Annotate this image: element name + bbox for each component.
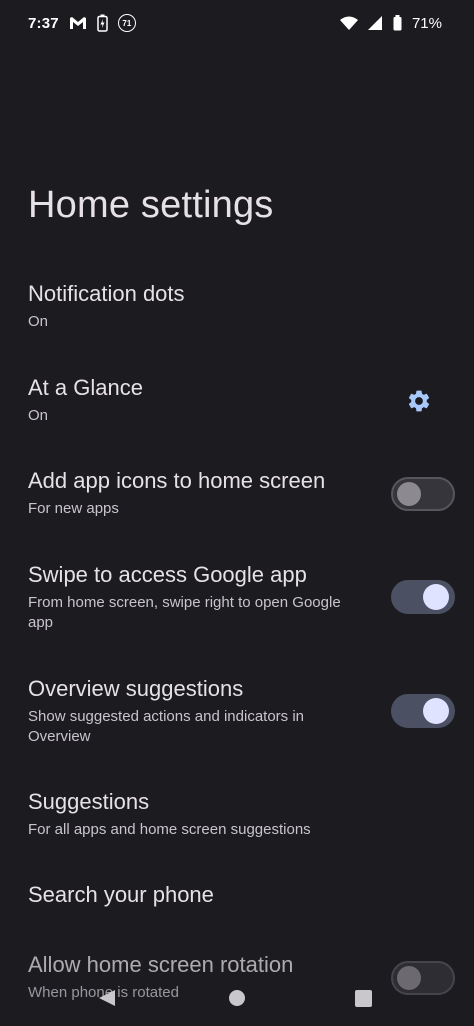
- setting-title: Notification dots: [28, 281, 185, 306]
- toggle-knob: [423, 584, 449, 610]
- battery-icon: [393, 15, 402, 31]
- gmail-icon: [69, 16, 87, 30]
- setting-title: Add app icons to home screen: [28, 468, 326, 493]
- setting-swipe-google-app[interactable]: Swipe to access Google app From home scr…: [0, 561, 474, 633]
- navigation-bar: [0, 972, 474, 1026]
- setting-summary: On: [28, 407, 49, 424]
- notification-badge: 71: [117, 14, 136, 32]
- setting-summary: For new apps: [28, 500, 119, 517]
- signal-icon: [367, 16, 383, 30]
- setting-title: Swipe to access Google app: [28, 562, 307, 587]
- add-app-icons-toggle[interactable]: [391, 477, 455, 511]
- setting-title: Search your phone: [28, 882, 214, 907]
- setting-summary: On: [28, 313, 49, 330]
- setting-summary: Show suggested actions and indicators in…: [28, 708, 305, 745]
- setting-title: Overview suggestions: [28, 676, 244, 701]
- battery-saver-icon: [97, 14, 108, 32]
- setting-at-a-glance[interactable]: At a Glance On: [0, 374, 474, 426]
- wifi-icon: [339, 16, 358, 30]
- battery-percent: 71%: [411, 14, 442, 32]
- status-time: 7:37: [28, 14, 59, 32]
- swipe-google-app-toggle[interactable]: [391, 580, 455, 614]
- setting-summary: From home screen, swipe right to open Go…: [28, 594, 341, 631]
- status-bar: 7:37 71 71%: [0, 0, 474, 46]
- setting-overview-suggestions[interactable]: Overview suggestions Show suggested acti…: [0, 675, 474, 747]
- setting-title: Suggestions: [28, 789, 150, 814]
- setting-add-app-icons[interactable]: Add app icons to home screen For new app…: [0, 467, 474, 519]
- setting-suggestions[interactable]: Suggestions For all apps and home screen…: [0, 788, 474, 840]
- recents-icon[interactable]: [355, 990, 372, 1007]
- overview-suggestions-toggle[interactable]: [391, 694, 455, 728]
- back-icon[interactable]: [98, 989, 116, 1007]
- status-left: 7:37 71: [28, 14, 136, 32]
- setting-notification-dots[interactable]: Notification dots On: [0, 280, 474, 332]
- page-title: Home settings: [28, 184, 274, 226]
- gear-icon[interactable]: [406, 388, 432, 414]
- setting-summary: For all apps and home screen suggestions: [28, 821, 311, 838]
- status-right: 71%: [339, 14, 442, 32]
- toggle-knob: [423, 698, 449, 724]
- setting-title: At a Glance: [28, 375, 143, 400]
- toggle-knob: [397, 482, 421, 506]
- setting-search-your-phone[interactable]: Search your phone: [0, 881, 474, 909]
- home-icon[interactable]: [229, 990, 245, 1006]
